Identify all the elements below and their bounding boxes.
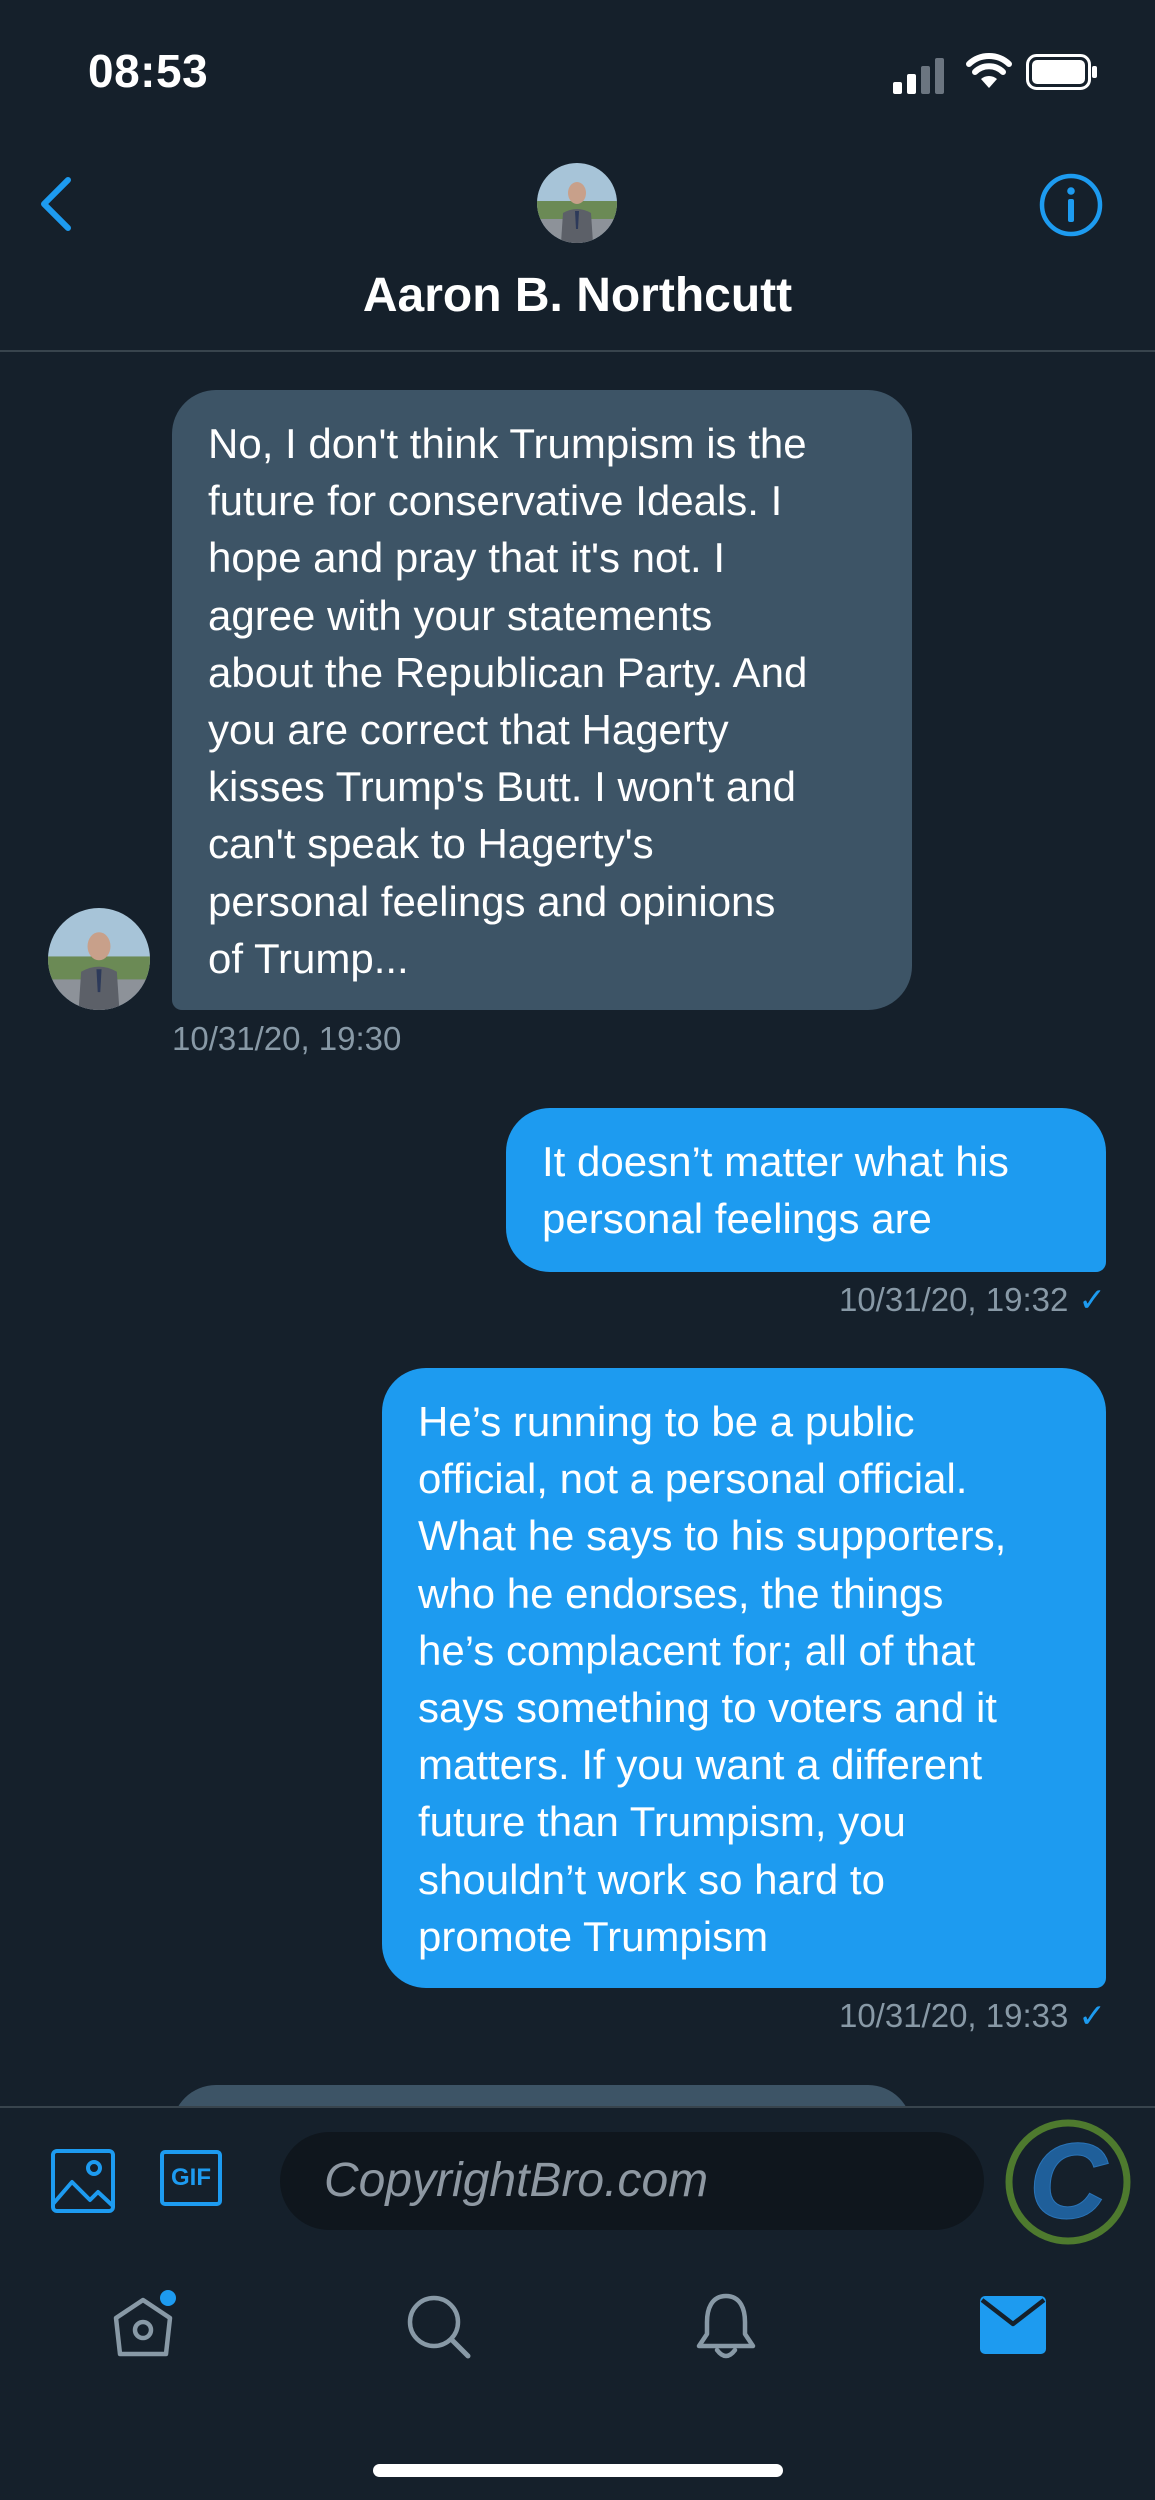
- message-line: hope and pray that it's not. I: [208, 534, 726, 582]
- message-line: No, I don't think Trumpism is the: [208, 420, 807, 467]
- message-timestamp: 10/31/20, 19:32: [838, 1281, 1069, 1318]
- message-line: matters. If you want a different: [418, 1741, 983, 1789]
- avatar[interactable]: [537, 163, 617, 243]
- cellular-signal-icon: [893, 58, 944, 94]
- checkmark-icon: ✓: [1078, 1997, 1106, 2034]
- message-line: you are correct that Hagerty: [208, 706, 729, 754]
- message-line: kisses Trump's Butt. I won't and: [208, 763, 796, 811]
- home-indicator[interactable]: [373, 2464, 783, 2477]
- info-icon[interactable]: [1038, 172, 1104, 238]
- message-timestamp-row: 10/31/20, 19:33 ✓: [839, 1996, 1106, 2035]
- copyright-watermark-logo: C: [1004, 2118, 1132, 2246]
- watermark-letter: C: [1029, 2120, 1109, 2241]
- message-line: promote Trumpism: [418, 1912, 769, 1960]
- message-timestamp-row: 10/31/20, 19:32 ✓: [839, 1280, 1106, 1319]
- gif-button[interactable]: GIF: [160, 2150, 222, 2206]
- message-timestamp: 10/31/20, 19:33: [838, 1997, 1069, 2034]
- message-line: personal feelings are: [542, 1195, 932, 1243]
- message-line: What he says to his supporters,: [418, 1512, 1007, 1560]
- checkmark-icon: ✓: [1078, 1281, 1106, 1318]
- image-icon[interactable]: [50, 2148, 116, 2214]
- message-line: personal feelings and opinions: [208, 877, 776, 925]
- notifications-bell-icon[interactable]: [693, 2290, 759, 2362]
- chevron-left-icon[interactable]: [32, 172, 82, 236]
- sender-avatar[interactable]: [48, 908, 150, 1010]
- gif-label: GIF: [171, 2164, 211, 2191]
- message-line: of Trump...: [208, 934, 409, 982]
- message-line: shouldn’t work so hard to: [418, 1855, 885, 1903]
- message-line: future for conservative Ideals. I: [208, 477, 783, 525]
- battery-icon: [1026, 54, 1097, 90]
- sent-message-bubble[interactable]: He’s running to be a public official, no…: [382, 1368, 1106, 1988]
- message-line: says something to voters and it: [418, 1684, 997, 1732]
- header-divider: [0, 350, 1155, 352]
- message-line: can't speak to Hagerty's: [208, 820, 654, 868]
- wifi-icon: [966, 53, 1012, 88]
- home-icon[interactable]: [110, 2290, 176, 2362]
- status-time: 08:53: [88, 45, 209, 97]
- search-icon[interactable]: [404, 2292, 474, 2362]
- message-line: future than Trumpism, you: [418, 1798, 906, 1846]
- message-line: It doesn’t matter what his: [542, 1138, 1009, 1185]
- sent-message-bubble[interactable]: It doesn’t matter what his personal feel…: [506, 1108, 1106, 1272]
- message-line: He’s running to be a public: [418, 1398, 915, 1445]
- received-message-bubble[interactable]: No, I don't think Trumpism is the future…: [172, 390, 912, 1010]
- notification-dot: [160, 2290, 176, 2306]
- message-line: who he endorses, the things: [418, 1569, 944, 1617]
- messages-envelope-icon[interactable]: [980, 2296, 1046, 2354]
- message-line: about the Republican Party. And: [208, 648, 808, 696]
- message-timestamp: 10/31/20, 19:30: [172, 1020, 402, 1057]
- message-input[interactable]: CopyrightBro.com: [280, 2132, 984, 2230]
- message-input-text: CopyrightBro.com: [324, 2154, 709, 2207]
- message-line: agree with your statements: [208, 591, 713, 639]
- message-line: he’s complacent for; all of that: [418, 1626, 976, 1674]
- page-title[interactable]: Aaron B. Northcutt: [0, 268, 1155, 323]
- message-line: official, not a personal official.: [418, 1455, 968, 1503]
